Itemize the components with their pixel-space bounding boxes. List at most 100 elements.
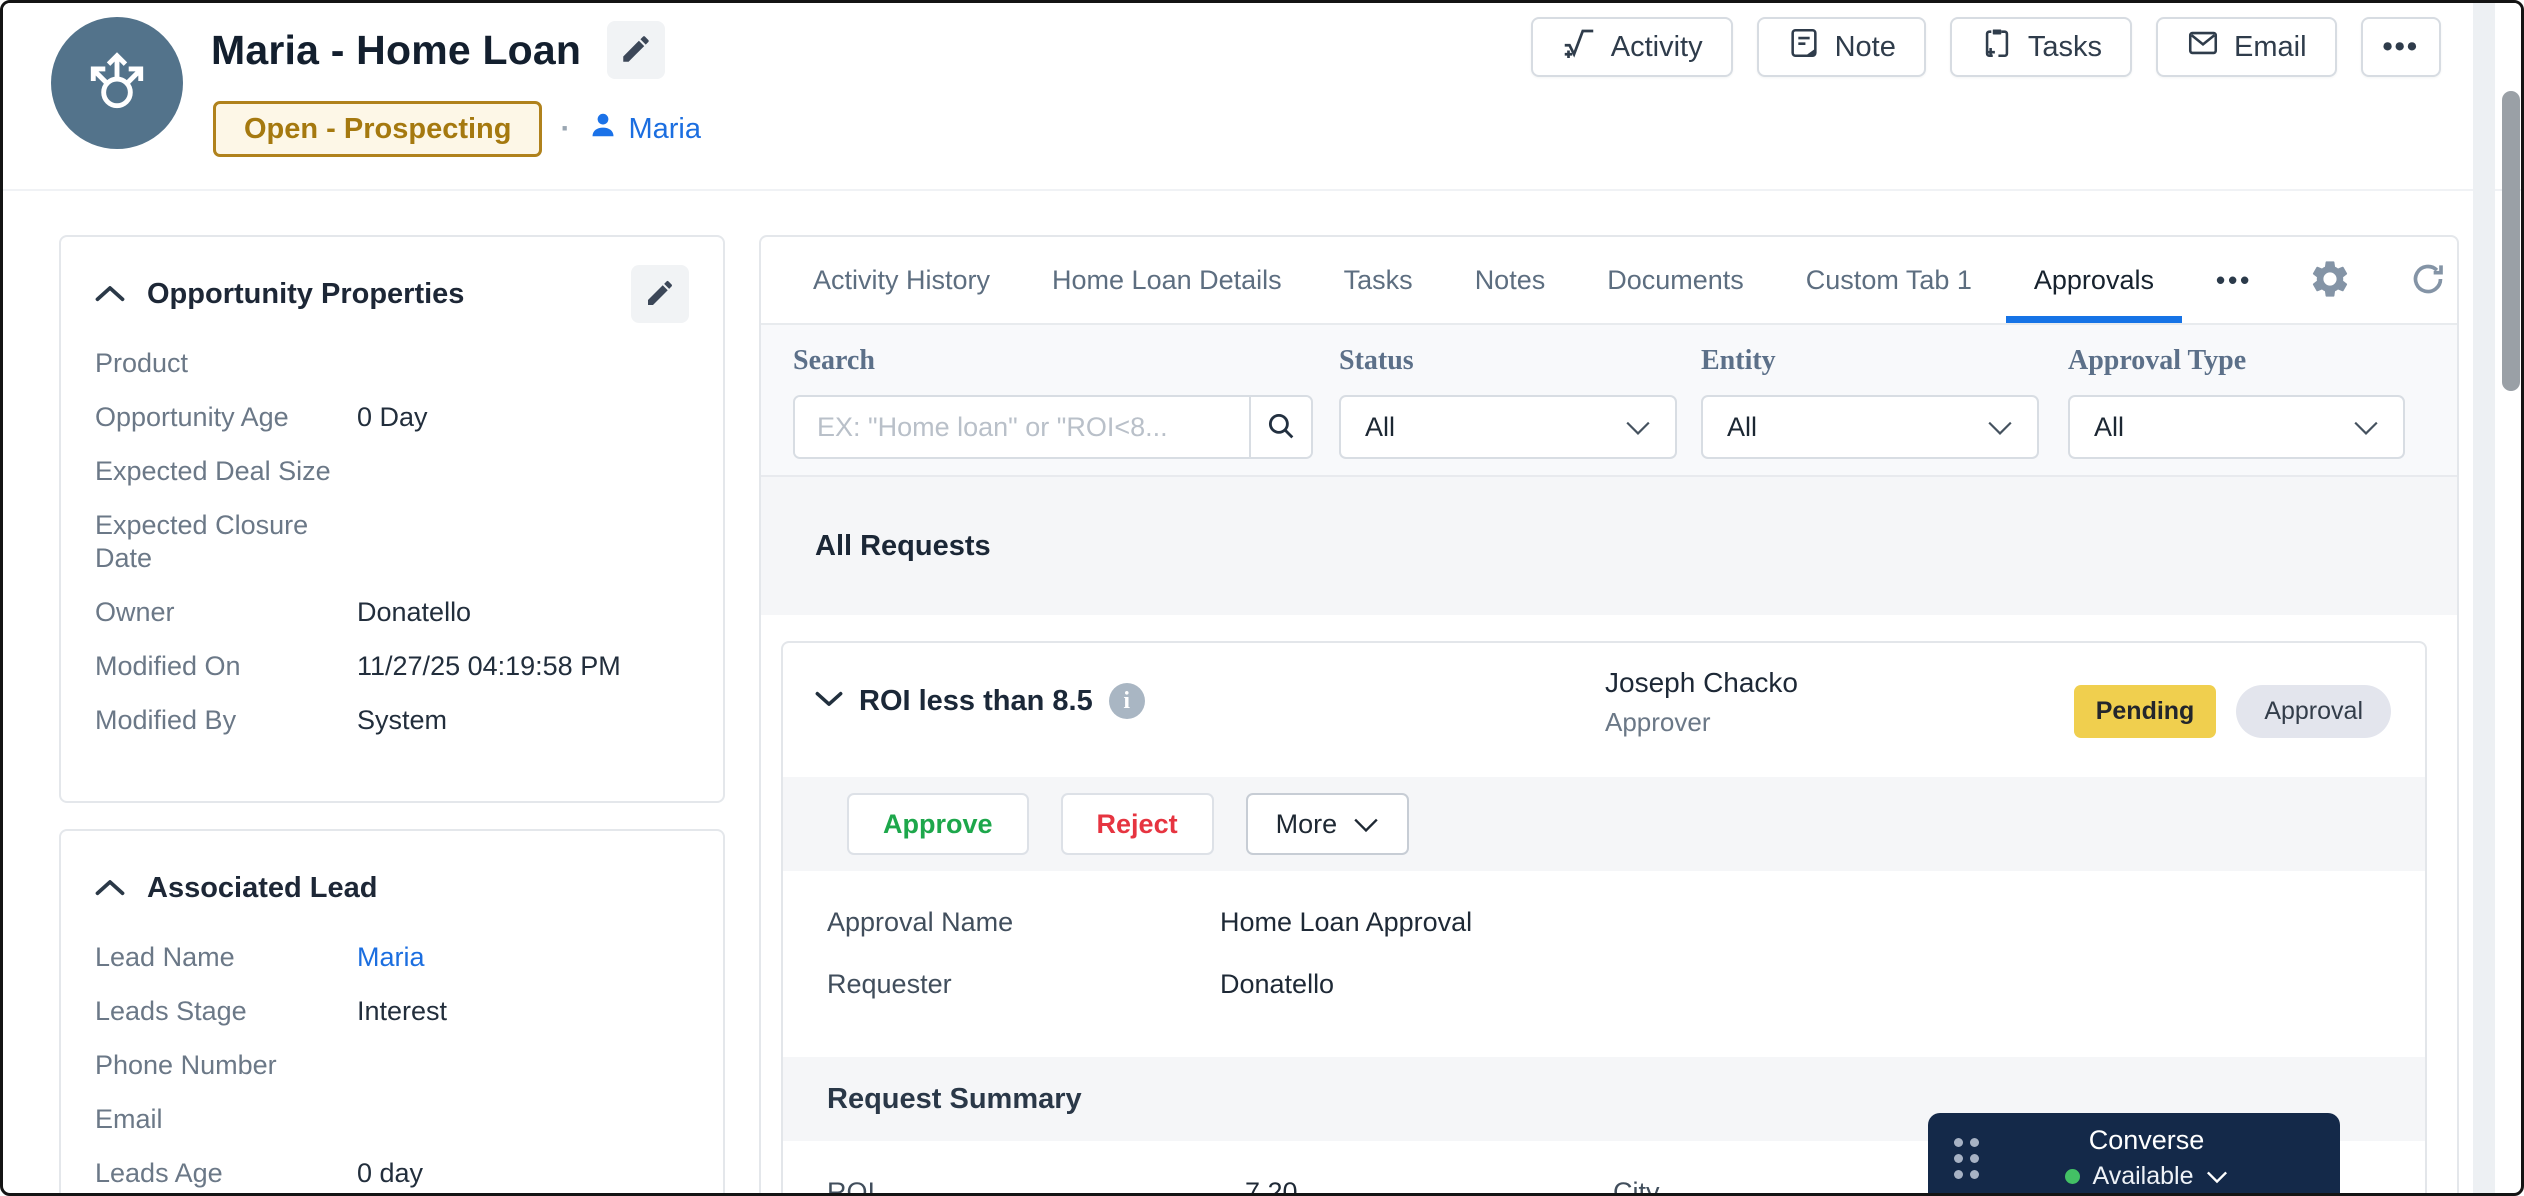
- tab-bar: Activity History Home Loan Details Tasks…: [761, 237, 2457, 325]
- drag-handle-icon[interactable]: [1954, 1137, 1979, 1179]
- activity-icon: [1561, 25, 1597, 69]
- more-actions-button[interactable]: More: [1245, 793, 1410, 855]
- roi-label: ROI: [827, 1177, 876, 1196]
- chevron-down-icon: [1987, 412, 2013, 443]
- status-badge: Pending: [2073, 685, 2217, 738]
- activity-button[interactable]: Activity: [1530, 17, 1733, 77]
- header-more-button[interactable]: •••: [2360, 17, 2441, 77]
- gear-icon: [2308, 257, 2352, 304]
- field-row: Owner Donatello: [95, 597, 472, 627]
- pencil-icon: [619, 32, 653, 69]
- chevron-down-icon: [1353, 809, 1379, 840]
- opportunity-avatar: [51, 17, 183, 149]
- section-title: All Requests: [815, 529, 991, 562]
- entity-label: Entity: [1701, 345, 1776, 376]
- search-input[interactable]: [795, 397, 1249, 457]
- opportunity-split-icon: [78, 42, 156, 125]
- edit-title-button[interactable]: [607, 21, 666, 79]
- request-title: ROI less than 8.5: [859, 684, 1093, 717]
- search-icon: [1264, 409, 1298, 446]
- info-icon[interactable]: i: [1108, 683, 1145, 719]
- separator-dot: ·: [560, 112, 571, 145]
- city-label: City: [1613, 1177, 1660, 1196]
- field-row: Approval Name Home Loan Approval: [827, 907, 1473, 937]
- tab-custom-tab-1[interactable]: Custom Tab 1: [1806, 237, 1972, 323]
- collapse-opportunity-properties[interactable]: [95, 284, 125, 305]
- converse-title: Converse: [2088, 1125, 2205, 1155]
- search-filter: Search: [793, 345, 1313, 459]
- note-button[interactable]: Note: [1756, 17, 1926, 77]
- tab-documents[interactable]: Documents: [1607, 237, 1744, 323]
- tasks-icon: [1980, 26, 2014, 68]
- associated-lead-panel: Associated Lead Lead Name Maria Leads Sta…: [59, 829, 725, 1193]
- chevron-up-icon: [95, 878, 125, 899]
- panel-title: Associated Lead: [147, 871, 378, 904]
- entity-filter: Entity All: [1701, 345, 2039, 459]
- tab-notes[interactable]: Notes: [1475, 237, 1546, 323]
- approve-button[interactable]: Approve: [847, 793, 1029, 855]
- collapse-associated-lead[interactable]: [95, 878, 125, 899]
- refresh-button[interactable]: [2408, 259, 2448, 302]
- tab-activity-history[interactable]: Activity History: [813, 237, 990, 323]
- collapse-request-button[interactable]: [815, 691, 843, 711]
- tasks-button[interactable]: Tasks: [1949, 17, 2133, 77]
- panel-title: Opportunity Properties: [147, 277, 465, 310]
- ellipsis-icon: •••: [2382, 30, 2419, 63]
- app-window: Maria - Home Loan Open - Prospecting · M…: [0, 0, 2524, 1196]
- tab-approvals[interactable]: Approvals: [2005, 237, 2183, 323]
- field-row: Lead Name Maria: [95, 941, 425, 974]
- field-row: Modified On 11/27/25 04:19:58 PM: [95, 651, 621, 681]
- page-title: Maria - Home Loan: [211, 26, 582, 73]
- chevron-down-icon: [2206, 1162, 2228, 1191]
- scrollbar-track[interactable]: [2473, 3, 2495, 1193]
- field-row: Requester Donatello: [827, 969, 1335, 999]
- tab-tasks[interactable]: Tasks: [1344, 237, 1413, 323]
- search-label: Search: [793, 345, 875, 376]
- entity-select[interactable]: All: [1701, 395, 2039, 459]
- chevron-down-icon: [815, 691, 843, 711]
- status-select[interactable]: All: [1339, 395, 1677, 459]
- summary-title: Request Summary: [827, 1082, 1082, 1115]
- field-row: Expected Deal Size: [95, 456, 331, 486]
- approver-role: Approver: [1605, 707, 1711, 737]
- tab-overflow-button[interactable]: •••: [2216, 265, 2252, 296]
- field-row: Opportunity Age 0 Day: [95, 402, 428, 432]
- settings-gear-button[interactable]: [2308, 257, 2352, 304]
- field-row: Modified By System: [95, 705, 448, 735]
- record-tabs-panel: Activity History Home Loan Details Tasks…: [759, 235, 2459, 1196]
- converse-widget[interactable]: Converse Available: [1928, 1113, 2340, 1193]
- approver-block: Joseph Chacko Approver: [1605, 667, 1798, 738]
- email-icon: [2186, 26, 2220, 68]
- email-button[interactable]: Email: [2156, 17, 2337, 77]
- status-filter: Status All: [1339, 345, 1677, 459]
- type-badge: Approval: [2236, 685, 2391, 738]
- edit-properties-button[interactable]: [631, 265, 689, 323]
- stage-badge[interactable]: Open - Prospecting: [213, 101, 543, 157]
- chevron-down-icon: [2353, 412, 2379, 443]
- roi-value: 7.20: [1245, 1177, 1298, 1196]
- approval-type-label: Approval Type: [2068, 345, 2247, 376]
- field-row: Phone Number: [95, 1050, 277, 1080]
- approval-type-select[interactable]: All: [2068, 395, 2405, 459]
- field-row: Expected Closure Date: [95, 510, 309, 573]
- filter-bar: Search Status All: [761, 325, 2457, 477]
- availability-dropdown[interactable]: Available: [2065, 1162, 2227, 1191]
- field-row: Email: [95, 1104, 163, 1134]
- available-status-dot: [2065, 1169, 2081, 1184]
- pencil-icon: [644, 277, 676, 312]
- field-row: Product: [95, 348, 189, 378]
- note-icon: [1787, 26, 1821, 68]
- reject-button[interactable]: Reject: [1060, 793, 1214, 855]
- request-actions: Approve Reject More: [783, 777, 2425, 871]
- chevron-up-icon: [95, 284, 125, 305]
- field-row: Leads Stage Interest: [95, 996, 448, 1026]
- all-requests-band: All Requests: [761, 477, 2457, 615]
- person-icon: [588, 110, 618, 148]
- scrollbar-thumb[interactable]: [2502, 91, 2520, 391]
- field-row: Leads Age 0 day: [95, 1158, 424, 1188]
- lead-link[interactable]: Maria: [588, 110, 701, 148]
- refresh-icon: [2408, 259, 2448, 302]
- lead-name-link[interactable]: Maria: [357, 941, 425, 974]
- tab-home-loan-details[interactable]: Home Loan Details: [1052, 237, 1282, 323]
- search-submit-button[interactable]: [1249, 397, 1311, 457]
